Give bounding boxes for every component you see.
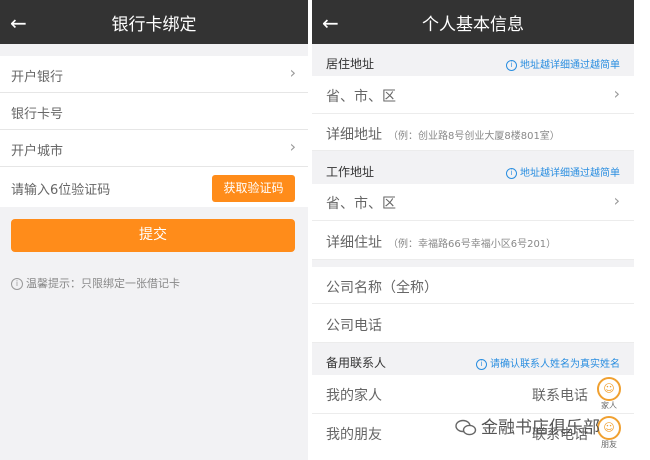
residence-detail-example: （例：创业路8号创业大厦8楼801室） <box>388 131 560 142</box>
info-icon: i <box>506 59 517 71</box>
nav-bar: ← 银行卡绑定 <box>0 4 308 44</box>
card-number-label: 银行卡号 <box>11 107 64 122</box>
residence-header: 居住地址 <box>326 57 375 71</box>
work-region-row[interactable]: 省、市、区 › <box>312 184 634 221</box>
work-detail-field[interactable]: 详细住址 （例：幸福路66号幸福小区6号201） <box>312 221 634 260</box>
family-contact-label: 我的家人 <box>326 388 382 404</box>
work-section-header: 工作地址 i 地址越详细通过越简单 <box>312 155 634 184</box>
tip-text: 温馨提示：只限绑定一张借记卡 <box>26 277 180 290</box>
nav-bar: ← 个人基本信息 <box>312 4 634 44</box>
info-icon: i <box>11 278 23 290</box>
watermark: 金融书店俱乐部 <box>455 408 650 448</box>
work-detail-title: 详细住址 <box>326 235 382 251</box>
work-header: 工作地址 <box>326 165 375 179</box>
friend-contact-label: 我的朋友 <box>326 427 382 443</box>
backup-hint-text: 请确认联系人姓名为真实姓名 <box>490 359 620 370</box>
person-icon: ☺ <box>597 377 621 401</box>
watermark-text: 金融书店俱乐部 <box>481 418 600 438</box>
backup-contact-section-header: 备用联系人 i 请确认联系人姓名为真实姓名 <box>312 347 634 375</box>
bank-label: 开户银行 <box>11 70 64 85</box>
page-title: 银行卡绑定 <box>111 15 197 35</box>
bank-select-row[interactable]: 开户银行 › <box>0 56 308 93</box>
company-phone-field[interactable]: 公司电话 <box>312 304 634 343</box>
wechat-icon <box>455 419 477 436</box>
company-name-label: 公司名称（全称） <box>326 280 438 296</box>
chevron-right-icon: › <box>289 137 296 156</box>
work-detail-example: （例：幸福路66号幸福小区6号201） <box>388 239 557 250</box>
residence-hint-text: 地址越详细通过越简单 <box>520 60 620 71</box>
card-number-field[interactable]: 银行卡号 <box>0 93 308 130</box>
residence-hint: i 地址越详细通过越简单 <box>506 56 620 71</box>
company-phone-label: 公司电话 <box>326 318 382 334</box>
work-region-label: 省、市、区 <box>326 196 396 212</box>
bank-card-binding-screen: ← 银行卡绑定 开户银行 › 银行卡号 开户城市 › 请输入6位验证码 获取验证… <box>0 0 308 460</box>
work-hint: i 地址越详细通过越简单 <box>506 164 620 179</box>
city-select-row[interactable]: 开户城市 › <box>0 130 308 167</box>
family-phone-field[interactable]: 联系电话 <box>532 385 588 405</box>
personal-info-screen: ← 个人基本信息 居住地址 i 地址越详细通过越简单 省、市、区 › 详细地址 （例… <box>312 0 634 460</box>
info-icon: i <box>506 167 517 179</box>
page-title: 个人基本信息 <box>422 15 524 35</box>
get-code-button[interactable]: 获取验证码 <box>212 175 295 202</box>
company-name-field[interactable]: 公司名称（全称） <box>312 267 634 304</box>
submit-button[interactable]: 提交 <box>11 219 295 252</box>
residence-section-header: 居住地址 i 地址越详细通过越简单 <box>312 46 634 76</box>
residence-detail-label: 详细地址 （例：创业路8号创业大厦8楼801室） <box>326 124 560 144</box>
residence-detail-field[interactable]: 详细地址 （例：创业路8号创业大厦8楼801室） <box>312 114 634 151</box>
residence-region-label: 省、市、区 <box>326 89 396 105</box>
city-label: 开户城市 <box>11 144 64 159</box>
residence-region-row[interactable]: 省、市、区 › <box>312 76 634 114</box>
chevron-right-icon: › <box>613 191 620 210</box>
work-detail-label: 详细住址 （例：幸福路66号幸福小区6号201） <box>326 232 556 252</box>
verification-code-input[interactable]: 请输入6位验证码 <box>11 179 110 198</box>
work-hint-text: 地址越详细通过越简单 <box>520 168 620 179</box>
chevron-right-icon: › <box>289 63 296 82</box>
backup-header: 备用联系人 <box>326 356 387 370</box>
verification-code-row: 请输入6位验证码 获取验证码 <box>0 167 308 207</box>
tip-note: i 温馨提示：只限绑定一张借记卡 <box>11 275 180 291</box>
info-icon: i <box>476 358 487 370</box>
residence-detail-title: 详细地址 <box>326 127 382 143</box>
chevron-right-icon: › <box>613 84 620 103</box>
backup-hint: i 请确认联系人姓名为真实姓名 <box>476 355 620 370</box>
